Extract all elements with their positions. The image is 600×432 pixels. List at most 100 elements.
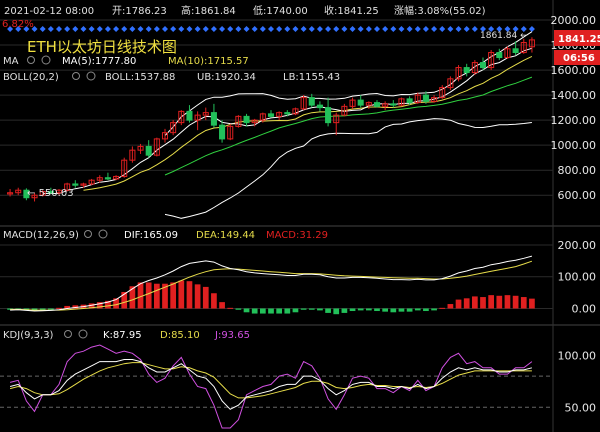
macd-tick-label: 100.00 bbox=[558, 271, 597, 284]
d-value: D:85.10 bbox=[160, 330, 200, 341]
candle-down bbox=[284, 112, 291, 115]
macd-bar-positive bbox=[178, 280, 185, 309]
macd-bar-negative bbox=[268, 308, 274, 314]
candle-down bbox=[243, 115, 250, 124]
macd-bar-positive bbox=[529, 298, 535, 309]
macd-bar-positive bbox=[56, 307, 62, 309]
macd-bar-positive bbox=[202, 286, 209, 309]
candle-down bbox=[72, 183, 79, 186]
macd-bar-positive bbox=[186, 281, 193, 309]
macd-bar-positive bbox=[512, 295, 519, 309]
macd-bar-positive bbox=[439, 307, 446, 309]
candle-down bbox=[308, 97, 315, 106]
macd-bar-positive bbox=[227, 307, 234, 309]
macd-bar-negative bbox=[251, 308, 258, 314]
peak-value: 1861.84 bbox=[480, 31, 517, 41]
peak-arrow: ← bbox=[517, 31, 528, 41]
macd-bar-negative bbox=[47, 308, 54, 310]
macd-bar-negative bbox=[349, 308, 356, 312]
boll-ub-value: UB:1920.34 bbox=[197, 72, 256, 83]
macd-bar-positive bbox=[447, 304, 454, 309]
boll-lb-value: LB:1155.43 bbox=[283, 72, 340, 83]
macd-bar-positive bbox=[520, 297, 527, 309]
candle-down bbox=[512, 48, 519, 54]
macd-bar-negative bbox=[382, 308, 389, 312]
macd-bar-positive bbox=[455, 299, 462, 309]
candle-down bbox=[390, 103, 397, 106]
macd-bar-negative bbox=[276, 308, 283, 314]
macd-bar-positive bbox=[145, 282, 152, 309]
k-value: K:87.95 bbox=[103, 330, 142, 341]
last-price-value: 1841.25 bbox=[558, 34, 600, 45]
low-label: ← 550.03 bbox=[27, 188, 74, 199]
candle-down bbox=[325, 107, 332, 124]
boll-value: BOLL:1537.88 bbox=[105, 72, 175, 83]
header-open: 开:1786.23 bbox=[112, 6, 167, 17]
ma-label: MA bbox=[3, 56, 19, 67]
candle-down bbox=[210, 112, 217, 126]
macd-bar-negative bbox=[284, 308, 291, 314]
candle-down bbox=[357, 99, 364, 106]
ma10-value: MA(10):1715.57 bbox=[168, 56, 249, 67]
candle-down bbox=[463, 67, 470, 74]
header-change: 涨幅:3.08%(55.02) bbox=[394, 4, 486, 17]
eth-chart: 2000.001800.001600.001400.001200.001000.… bbox=[0, 0, 600, 432]
macd-bar-positive bbox=[194, 284, 201, 309]
macd-bar-negative bbox=[431, 308, 437, 311]
macd-bar-positive bbox=[170, 282, 177, 309]
macd-bar-positive bbox=[504, 295, 511, 309]
macd-bar-negative bbox=[374, 308, 380, 312]
macd-bar-negative bbox=[292, 308, 299, 313]
candle-down bbox=[219, 124, 226, 140]
header-low: 低:1740.00 bbox=[253, 4, 308, 17]
macd-bar-negative bbox=[357, 308, 364, 311]
price-tick-label: 2000.00 bbox=[551, 14, 597, 27]
macd-label: MACD(12,26,9) bbox=[3, 230, 79, 241]
macd-bar-positive bbox=[488, 295, 495, 309]
macd-bar-negative bbox=[333, 308, 340, 315]
j-value: J:93.65 bbox=[214, 330, 250, 341]
macd-bar-positive bbox=[153, 283, 160, 309]
peak-label: 1861.84 ← bbox=[480, 31, 528, 41]
candle-down bbox=[422, 94, 429, 102]
price-tick-label: 1600.00 bbox=[551, 64, 597, 77]
low-arrow: ← bbox=[27, 188, 39, 199]
macd-bar-negative bbox=[365, 308, 372, 311]
macd-bar-negative bbox=[300, 308, 307, 310]
low-value: 550.03 bbox=[39, 188, 74, 199]
candle-down bbox=[496, 52, 503, 59]
macd-bar-negative bbox=[398, 308, 405, 312]
candle-down bbox=[316, 104, 323, 109]
candle-down bbox=[267, 113, 275, 117]
header-close: 收:1841.25 bbox=[324, 4, 379, 17]
header-high: 高:1861.84 bbox=[181, 4, 236, 17]
candle-down bbox=[145, 145, 152, 156]
dea-value: DEA:149.44 bbox=[196, 230, 255, 241]
macd-bar-negative bbox=[341, 308, 348, 313]
macd-bar-positive bbox=[211, 293, 217, 309]
kdj-tick-label: 100.00 bbox=[558, 349, 597, 362]
macd-bar-negative bbox=[308, 308, 315, 310]
macd-bar-positive bbox=[219, 302, 225, 309]
price-tick-label: 1400.00 bbox=[551, 89, 597, 102]
macd-bar-negative bbox=[390, 308, 397, 313]
macd-bar-positive bbox=[480, 297, 486, 309]
kdj-tick-label: 50.00 bbox=[565, 401, 597, 414]
macd-bar-positive bbox=[463, 298, 470, 309]
boll-label: BOLL(20,2) bbox=[3, 72, 59, 83]
left-percent: 6.82% bbox=[2, 19, 34, 30]
macd-bar-negative bbox=[243, 308, 250, 313]
ma5-value: MA(5):1777.80 bbox=[62, 56, 136, 67]
price-tick-label: 800.00 bbox=[558, 164, 597, 177]
macd-bar-negative bbox=[325, 308, 331, 313]
macd-tick-label: 0.00 bbox=[572, 302, 597, 315]
macd-value: MACD:31.29 bbox=[266, 230, 328, 241]
macd-bar-negative bbox=[414, 308, 421, 311]
candle-down bbox=[406, 98, 413, 104]
macd-bar-negative bbox=[235, 308, 242, 310]
candle-down bbox=[479, 62, 487, 69]
price-tick-label: 600.00 bbox=[558, 189, 597, 202]
dif-value: DIF:165.09 bbox=[124, 230, 178, 241]
candle-down bbox=[186, 110, 193, 121]
macd-bar-positive bbox=[496, 295, 503, 309]
